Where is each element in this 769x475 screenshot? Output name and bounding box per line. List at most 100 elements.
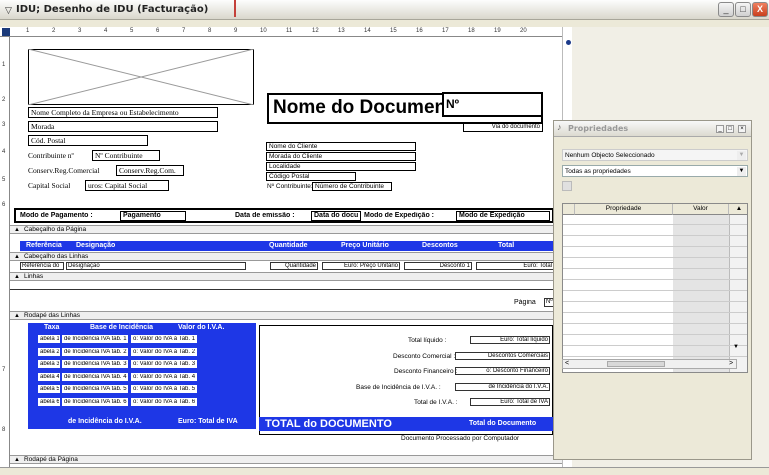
property-row[interactable] — [563, 314, 747, 324]
iva-taxa-field[interactable]: abela 1 — [38, 335, 60, 343]
properties-title-bar[interactable]: ♪ Propriedades _ □ × — [554, 121, 751, 137]
comercial-field[interactable]: Descontos Comerciais — [455, 352, 550, 360]
total-iva-field[interactable]: Euro: Total de IVA — [470, 398, 550, 406]
property-row[interactable] — [563, 292, 747, 302]
iva-base-field[interactable]: de Incidência IVA tab. 1 — [62, 335, 128, 343]
property-row[interactable] — [563, 248, 747, 258]
band-cabecalho-linhas[interactable]: ▲ Cabeçalho das Linhas — [10, 252, 562, 261]
property-grid[interactable]: Propriedade Valor ▲ ▼ — [562, 203, 748, 373]
empresa-nome-field[interactable]: Nome Completo da Empresa ou Estabelecime… — [28, 107, 218, 118]
iva-base-field[interactable]: de Incidência IVA tab. 5 — [62, 385, 128, 393]
cod-postal-field[interactable]: Cód. Postal — [28, 135, 148, 146]
band-linhas[interactable]: ▲ Linhas — [10, 272, 562, 281]
cliente-localidade-field[interactable]: Localidade — [266, 162, 416, 171]
band-rodape-linhas[interactable]: ▲ Rodapé das Linhas — [10, 311, 562, 320]
ruler-tick: 19 — [494, 28, 501, 34]
financeiro-field[interactable]: o: Desconto Financeiro — [455, 367, 550, 375]
property-row[interactable] — [563, 281, 747, 291]
sort-toggle[interactable] — [562, 181, 572, 191]
property-row[interactable] — [563, 303, 747, 313]
maximize-button[interactable]: □ — [735, 2, 751, 17]
property-row[interactable] — [563, 325, 747, 335]
scroll-thumb[interactable] — [607, 361, 665, 367]
line-total-field[interactable]: Euro: Total — [476, 262, 554, 270]
property-row[interactable] — [563, 259, 747, 269]
iva-base-field[interactable]: de Incidência IVA tab. 2 — [62, 347, 128, 356]
minimize-button[interactable]: _ — [718, 2, 734, 17]
pagamento-field[interactable]: Pagamento — [120, 211, 186, 221]
iva-base-field[interactable]: de Incidência IVA tab. 3 — [62, 360, 128, 368]
ruler-corner[interactable] — [2, 28, 10, 36]
morada-field[interactable]: Morada — [28, 121, 218, 132]
cliente-cp-field[interactable]: Código Postal — [266, 172, 356, 181]
line-desconto-field[interactable]: Desconto 1 — [404, 262, 472, 270]
iva-taxa-field[interactable]: abela 3 — [38, 360, 60, 368]
line-quantidade-field[interactable]: Quantidade — [270, 262, 318, 270]
properties-maximize-button[interactable]: □ — [726, 125, 734, 133]
emissao-field[interactable]: Data do docu — [311, 211, 361, 221]
vertical-ruler[interactable]: 1 2 3 4 5 6 7 8 — [0, 37, 10, 467]
col-propriedade-header[interactable]: Propriedade — [575, 204, 673, 215]
close-button[interactable]: X — [752, 2, 768, 17]
scroll-left-icon[interactable]: < — [565, 360, 569, 367]
document-number-field[interactable]: Nº — [442, 92, 543, 117]
liquido-field[interactable]: Euro: Total líquido — [470, 336, 550, 344]
iva-valor-field[interactable]: o: Valor do IVA à Tab. 5 — [131, 385, 197, 393]
via-field[interactable]: Via do documento — [463, 123, 543, 132]
col-valor-header[interactable]: Valor — [673, 204, 729, 215]
cliente-morada-field[interactable]: Morada do Cliente — [266, 152, 416, 161]
iva-taxa-field[interactable]: abela 6 — [38, 397, 60, 406]
object-selector[interactable]: Nenhum Objecto Seleccionado ▼ — [562, 149, 748, 161]
capital-field[interactable]: uros: Capital Social — [85, 180, 169, 191]
property-row[interactable] — [563, 226, 747, 236]
iva-base-field[interactable]: de Incidência IVA tab. 6 — [62, 397, 128, 406]
base-iva-field[interactable]: de Incidência do I.V.A. — [455, 383, 550, 391]
horizontal-ruler[interactable]: 1 2 3 4 5 6 7 8 9 10 11 12 13 14 15 16 1… — [0, 27, 562, 37]
separator-line — [10, 289, 562, 290]
iva-base-field[interactable]: de Incidência IVA tab. 4 — [62, 372, 128, 381]
iva-valor-field[interactable]: o: Valor do IVA à Tab. 6 — [131, 397, 197, 406]
iva-taxa-field[interactable]: abela 2 — [38, 347, 60, 356]
property-row[interactable] — [563, 347, 747, 357]
chevron-down-icon[interactable]: ▼ — [737, 167, 746, 176]
total-documento-field[interactable]: Total do Documento — [469, 420, 536, 427]
contribuinte-field[interactable]: Nº Contribuinte — [92, 150, 160, 161]
iva-taxa-field[interactable]: abela 5 — [38, 385, 60, 393]
cliente-nome-field[interactable]: Nome do Cliente — [266, 142, 416, 151]
band-rodape-pagina[interactable]: ▲ Rodapé da Página — [10, 455, 562, 464]
collapse-arrow-icon[interactable]: ▲ — [14, 457, 20, 463]
iva-valor-field[interactable]: o: Valor do IVA à Tab. 1 — [131, 335, 197, 343]
iva-valor-field[interactable]: o: Valor do IVA à Tab. 2 — [131, 347, 197, 356]
line-referencia-field[interactable]: Referência do — [20, 262, 64, 270]
grid-scroll-down[interactable]: ▼ — [733, 344, 739, 350]
cliente-contrib-field[interactable]: Número de Contribuinte — [312, 182, 392, 191]
properties-close-button[interactable]: × — [738, 125, 746, 133]
logo-placeholder[interactable] — [28, 49, 254, 105]
conserv-field[interactable]: Conserv.Reg.Com. — [116, 165, 184, 176]
collapse-arrow-icon[interactable]: ▲ — [14, 274, 20, 280]
window-menu-icon[interactable]: ▽ — [5, 5, 12, 16]
chevron-down-icon[interactable]: ▼ — [737, 151, 746, 160]
iva-valor-field[interactable]: o: Valor do IVA à Tab. 4 — [131, 372, 197, 381]
line-designacao-field[interactable]: Designação — [66, 262, 246, 270]
horizontal-scrollbar[interactable]: < > — [562, 359, 737, 369]
expedicao-field[interactable]: Modo de Expedição — [456, 211, 550, 221]
iva-valor-field[interactable]: o: Valor do IVA à Tab. 3 — [131, 360, 197, 368]
collapse-arrow-icon[interactable]: ▲ — [14, 313, 20, 319]
title-bar[interactable]: ▽ IDU; Desenho de IDU (Facturação) _ □ X — [0, 0, 769, 20]
collapse-arrow-icon[interactable]: ▲ — [14, 254, 20, 260]
iva-taxa-field[interactable]: abela 4 — [38, 372, 60, 381]
collapse-arrow-icon[interactable]: ▲ — [14, 227, 20, 233]
report-page[interactable]: Nome Completo da Empresa ou Estabelecime… — [10, 37, 562, 467]
property-row[interactable] — [563, 237, 747, 247]
scroll-right-icon[interactable]: > — [729, 360, 733, 367]
grid-scroll-up[interactable]: ▲ — [729, 204, 747, 215]
band-cabecalho-pagina[interactable]: ▲ Cabeçalho da Página — [10, 225, 562, 234]
property-row[interactable] — [563, 215, 747, 225]
line-preco-field[interactable]: Euro: Preço Unitário — [322, 262, 400, 270]
properties-minimize-button[interactable]: _ — [716, 125, 724, 133]
property-row[interactable] — [563, 336, 747, 346]
property-filter-select[interactable]: Todas as propriedades ▼ — [562, 165, 748, 177]
properties-panel[interactable]: ♪ Propriedades _ □ × Nenhum Objecto Sele… — [553, 120, 752, 460]
property-row[interactable] — [563, 270, 747, 280]
